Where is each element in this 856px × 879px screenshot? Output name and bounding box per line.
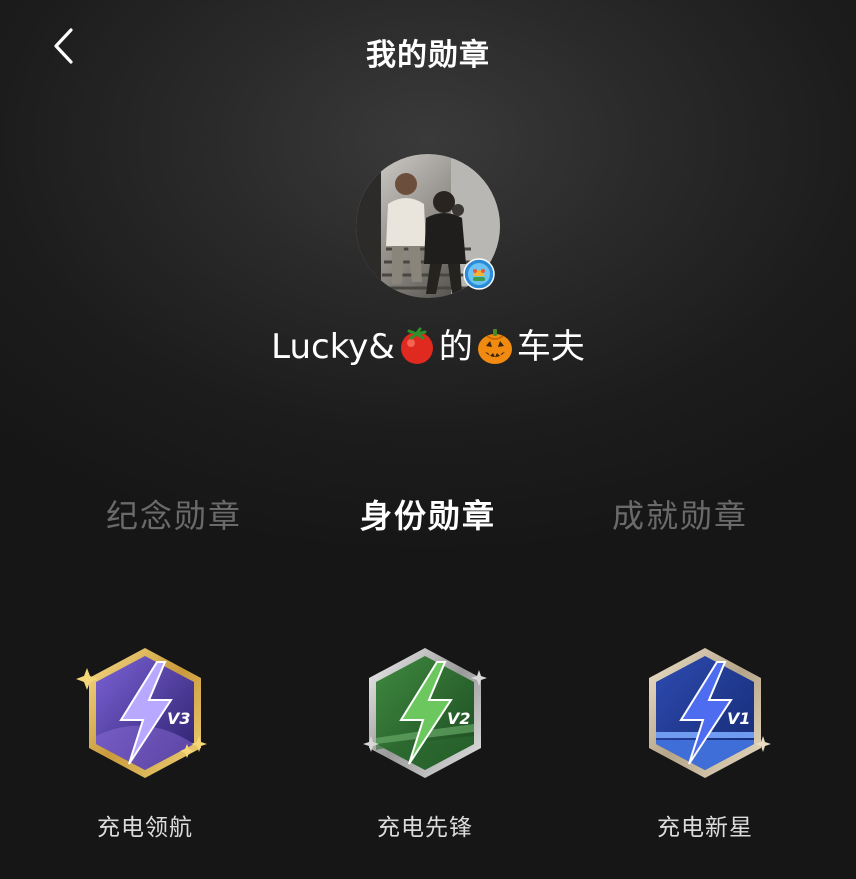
badge-charge-pioneer[interactable]: V2 充电先锋 [325, 640, 525, 850]
tab-commemorative[interactable]: 纪念勋章 [64, 488, 284, 544]
badge-charge-navigator[interactable]: V3 充电领航 [45, 640, 245, 850]
page-title: 我的勋章 [366, 38, 490, 73]
user-name: Lucky& 的 车夫 [0, 325, 856, 369]
tab-achievement[interactable]: 成就勋章 [570, 488, 790, 544]
badge-tabs: 纪念勋章 身份勋章 成就勋章 [0, 488, 856, 544]
lightning-v3-badge-icon: V3 [76, 648, 207, 778]
user-name-part-2: 的 [438, 327, 473, 367]
tab-identity[interactable]: 身份勋章 [318, 488, 538, 544]
svg-text:V2: V2 [447, 709, 471, 728]
tomato-icon [400, 327, 433, 364]
lightning-v1-badge-icon: V1 [649, 648, 771, 778]
jack-o-lantern-icon [477, 329, 512, 364]
badge-label: 充电领航 [97, 815, 193, 841]
badge-charge-rising-star[interactable]: V1 充电新星 [605, 640, 805, 850]
avatar-badge-icon [463, 258, 495, 290]
user-name-part-1: Lucky& [271, 327, 395, 367]
header: 我的勋章 [0, 0, 856, 96]
svg-text:V3: V3 [167, 709, 191, 728]
badge-label: 充电先锋 [377, 815, 473, 841]
user-name-part-3: 车夫 [516, 327, 585, 367]
badge-label: 充电新星 [657, 815, 753, 841]
svg-text:V1: V1 [727, 709, 751, 728]
lightning-v2-badge-icon: V2 [363, 648, 487, 778]
